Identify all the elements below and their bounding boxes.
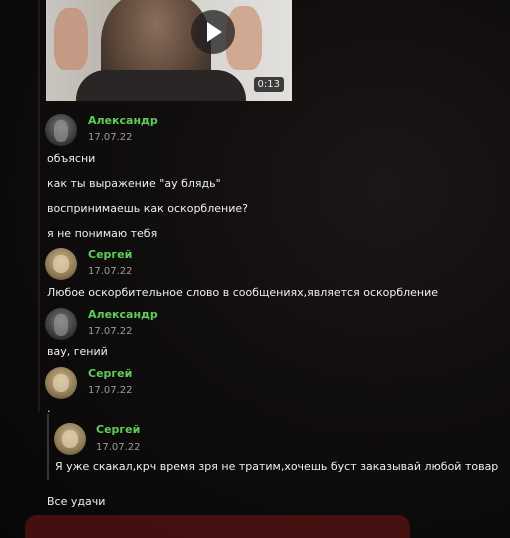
message-date: 17.07.22 [88, 266, 133, 277]
message-date: 17.07.22 [88, 326, 133, 337]
message-text: Я уже скакал,крч время зря не тратим,хоч… [55, 460, 499, 473]
message-text: Все удачи [47, 495, 106, 508]
thread-line [38, 0, 40, 412]
avatar[interactable] [45, 308, 77, 340]
video-frame-shirt [76, 70, 246, 101]
play-icon [207, 22, 222, 42]
video-attachment[interactable]: 0:13 [46, 0, 292, 101]
message-text: воспринимаешь как оскорбление? [47, 202, 248, 215]
author-name[interactable]: Александр [88, 308, 158, 321]
author-name[interactable]: Александр [88, 114, 158, 127]
video-duration: 0:13 [253, 77, 284, 92]
avatar[interactable] [54, 423, 86, 455]
message-date: 17.07.22 [88, 132, 133, 143]
message-text: вау, гений [47, 345, 108, 358]
message-text: объясни [47, 152, 96, 165]
video-frame-hand [54, 8, 88, 70]
author-name[interactable]: Сергей [88, 248, 132, 261]
author-name[interactable]: Сергей [96, 423, 140, 436]
message-date: 17.07.22 [96, 442, 141, 453]
avatar[interactable] [45, 248, 77, 280]
quoted-message[interactable]: Сергей 17.07.22 Я уже скакал,крч время з… [47, 414, 510, 480]
chat-thread: 0:13 Александр 17.07.22 объясни как ты в… [0, 0, 510, 538]
bottom-action-bar[interactable] [25, 515, 410, 538]
avatar[interactable] [45, 367, 77, 399]
message-text: Любое оскорбительное слово в сообщениях,… [47, 286, 439, 299]
message-text: как ты выражение "ау блядь" [47, 177, 221, 190]
author-name[interactable]: Сергей [88, 367, 132, 380]
play-button[interactable] [191, 10, 235, 54]
message-date: 17.07.22 [88, 385, 133, 396]
avatar[interactable] [45, 114, 77, 146]
message-text: я не понимаю тебя [47, 227, 158, 240]
